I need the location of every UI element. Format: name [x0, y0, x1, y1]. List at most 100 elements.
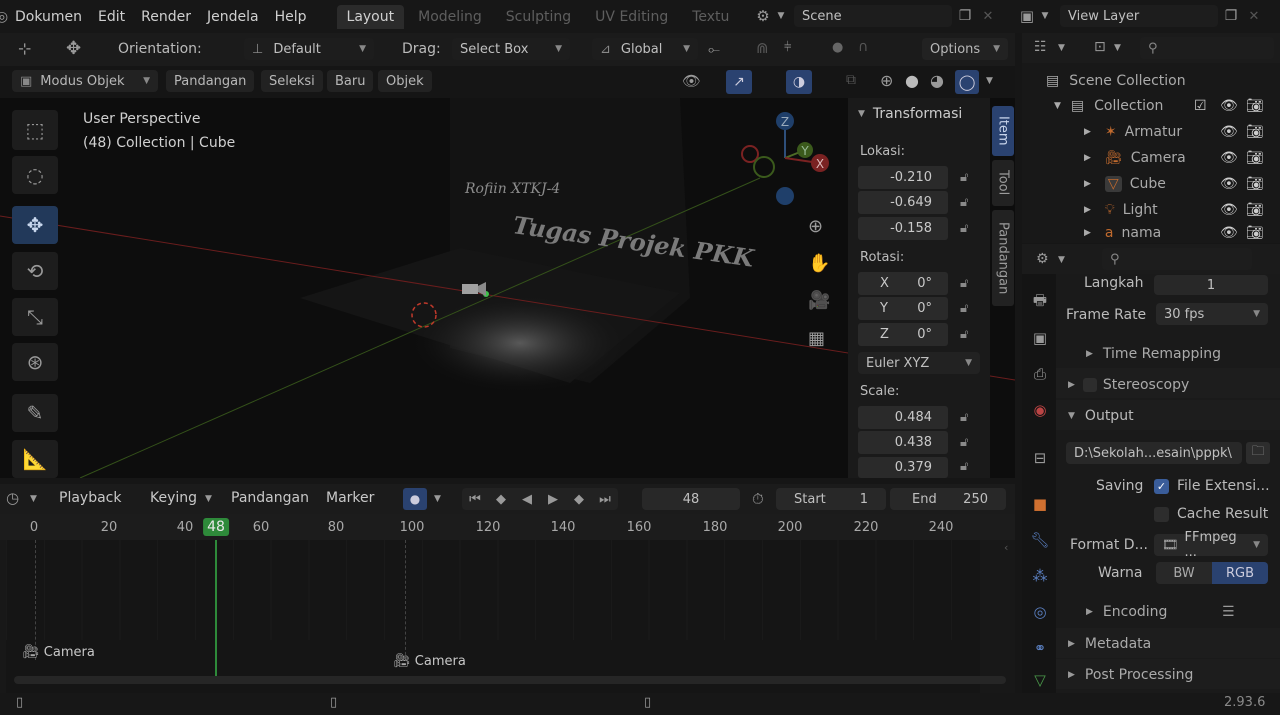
location-z-field[interactable]: -0.158 [858, 217, 948, 240]
chevron-down-icon[interactable]: ▼ [1114, 43, 1121, 53]
timeline-menu-keying[interactable]: Keying [150, 490, 197, 506]
encoding-panel[interactable]: ▶ Encoding [1086, 604, 1167, 620]
transform-tool-icon[interactable]: ⊹ [18, 39, 31, 58]
outliner-item-camera[interactable]: ▶ 🎥︎ Camera 👁 📷︎ [1022, 145, 1280, 171]
ortho-grid-icon[interactable]: ▦ [808, 328, 825, 349]
menu-jendela[interactable]: Jendela [199, 9, 267, 25]
object-properties-tab-icon[interactable]: ■ [1026, 490, 1054, 518]
outliner-item-cube[interactable]: ▶ ▽ Cube 👁 📷︎ [1022, 171, 1280, 197]
sidebar-tab-pandangan[interactable]: Pandangan [992, 210, 1014, 306]
move-icon[interactable]: ✥ [66, 38, 81, 59]
camera-marker-1[interactable]: 🎥︎ Camera [22, 644, 95, 660]
world-properties-tab-icon[interactable]: ◉ [1026, 396, 1054, 424]
list-icon[interactable]: ☰ [1222, 604, 1235, 620]
xray-icon[interactable]: ⧉ [846, 72, 856, 88]
start-frame-field[interactable]: Start 1 [776, 488, 886, 510]
current-frame-indicator[interactable]: 48 [203, 518, 229, 536]
scale-z-field[interactable]: 0.379 [858, 457, 948, 478]
record-keyframe-icon[interactable]: ● [403, 488, 427, 510]
scene-selector[interactable]: ⚙ ▼ Scene ❐ ✕ [752, 5, 998, 27]
location-y-field[interactable]: -0.649 [858, 191, 948, 214]
material-shading-icon[interactable]: ◕ [930, 71, 944, 90]
play-reverse-icon[interactable]: ◀ [514, 492, 540, 507]
zoom-icon[interactable]: ⊕ [808, 216, 823, 237]
rotation-x-field[interactable]: X 0° [858, 272, 948, 295]
orientation-dropdown[interactable]: ⊥ Default ▼ [244, 38, 374, 60]
output-panel-header[interactable]: ▼ Output [1068, 408, 1134, 424]
tab-uv-editing[interactable]: UV Editing [585, 5, 678, 29]
cache-result-checkbox[interactable]: Cache Result [1154, 506, 1268, 522]
menu-help[interactable]: Help [267, 9, 315, 25]
horizontal-scrollbar[interactable] [14, 676, 1006, 684]
timeline-menu-playback[interactable]: Playback [59, 490, 121, 506]
proportional-edit-icon[interactable]: ● [832, 40, 843, 55]
metadata-panel[interactable]: ▶ Metadata [1068, 636, 1151, 652]
lock-icon[interactable]: 🔓︎ [960, 195, 968, 210]
select-box-tool[interactable]: ⬚ [12, 110, 58, 150]
prev-keyframe-icon[interactable]: ◆ [488, 492, 514, 507]
scene-name-field[interactable]: Scene [794, 5, 952, 27]
camera-render-icon[interactable]: 📷︎ [1246, 176, 1264, 192]
outliner-item-armatur[interactable]: ▶ ✶ Armatur 👁 📷︎ [1022, 119, 1280, 145]
scene-properties-tab-icon[interactable]: ⊟ [1026, 444, 1054, 472]
time-remapping-panel[interactable]: ▶ Time Remapping [1086, 346, 1221, 362]
move-tool[interactable]: ✥ [12, 206, 58, 244]
tool-properties-tab-icon[interactable]: 🖶︎ [1026, 288, 1054, 316]
close-icon[interactable]: ✕ [978, 9, 998, 24]
solid-shading-icon[interactable]: ● [905, 71, 919, 90]
playhead-line[interactable] [215, 540, 217, 676]
tab-sculpting[interactable]: Sculpting [496, 5, 581, 29]
particles-properties-tab-icon[interactable]: ⁂ [1026, 562, 1054, 590]
cursor-tool[interactable]: ◌ [12, 156, 58, 194]
render-properties-tab-icon[interactable]: ▣ [1026, 324, 1054, 352]
snap-icon[interactable]: ⋒ [756, 39, 769, 57]
drag-dropdown[interactable]: Select Box ▼ [452, 38, 570, 60]
play-icon[interactable]: ▶ [540, 492, 566, 507]
measure-tool[interactable]: 📐 [12, 440, 58, 478]
mode-dropdown[interactable]: ▣ Modus Objek ▼ [12, 70, 158, 92]
sidebar-tab-tool[interactable]: Tool [992, 160, 1014, 206]
tab-layout[interactable]: Layout [336, 4, 405, 29]
timeline-menu-pandangan[interactable]: Pandangan [231, 490, 309, 506]
blender-logo-icon[interactable]: ◎ [0, 9, 8, 25]
overlays-icon[interactable]: ◑ [786, 70, 812, 94]
post-processing-panel[interactable]: ▶ Post Processing [1068, 667, 1193, 683]
jump-start-icon[interactable]: ⏮ [462, 492, 488, 507]
pan-hand-icon[interactable]: ✋ [808, 253, 830, 274]
eye-icon[interactable]: 👁 [1220, 150, 1238, 166]
camera-marker-2[interactable]: 🎥︎ Camera [393, 653, 466, 669]
rotate-tool[interactable]: ⟲ [12, 252, 58, 290]
file-extension-checkbox[interactable]: ✓ File Extensi... [1154, 478, 1270, 494]
viewport-menu-objek[interactable]: Objek [378, 70, 432, 92]
menu-render[interactable]: Render [133, 9, 199, 25]
color-mode-rgb[interactable]: RGB [1212, 562, 1268, 584]
wireframe-shading-icon[interactable]: ⊕ [880, 71, 893, 90]
copy-view-layer-icon[interactable]: ❐ [1218, 8, 1244, 24]
lock-icon[interactable]: 🔓︎ [960, 170, 968, 185]
stereoscopy-checkbox[interactable] [1082, 378, 1097, 392]
tab-texture[interactable]: Textu [682, 5, 739, 29]
display-mode-icon[interactable]: ☷ [1034, 39, 1047, 55]
editor-type-icon[interactable]: ⚙ [1036, 251, 1049, 267]
sidebar-tab-item[interactable]: Item [992, 106, 1014, 156]
scale-y-field[interactable]: 0.438 [858, 431, 948, 454]
pivot-point-icon[interactable]: ⟜ [708, 40, 720, 58]
falloff-icon[interactable]: ∩ [858, 39, 868, 55]
outliner-item-nama[interactable]: ▶ a nama 👁 📷︎ [1022, 223, 1280, 243]
chevron-down-icon[interactable]: ▼ [1058, 43, 1065, 53]
end-frame-field[interactable]: End 250 [890, 488, 1006, 510]
eye-icon[interactable]: 👁 [1220, 98, 1238, 114]
rotation-mode-dropdown[interactable]: Euler XYZ ▼ [858, 352, 980, 374]
gizmo-toggle-icon[interactable]: ↗ [726, 70, 752, 94]
folder-icon[interactable]: 🗀 [1246, 442, 1270, 464]
transform-orientation-dropdown[interactable]: ⊿ Global ▼ [592, 38, 698, 60]
filter-icon[interactable]: ⊡ [1094, 39, 1106, 55]
lock-icon[interactable]: 🔓︎ [960, 435, 968, 450]
lock-icon[interactable]: 🔓︎ [960, 410, 968, 425]
data-properties-tab-icon[interactable]: ▽ [1026, 670, 1054, 690]
chevron-down-icon[interactable]: ▼ [30, 494, 37, 504]
view-layer-field[interactable]: View Layer [1060, 5, 1218, 27]
menu-dokumen[interactable]: Dokumen [7, 9, 90, 25]
vertical-scrollbar[interactable]: ‹ [1004, 540, 1014, 670]
annotate-tool[interactable]: ✎ [12, 394, 58, 432]
